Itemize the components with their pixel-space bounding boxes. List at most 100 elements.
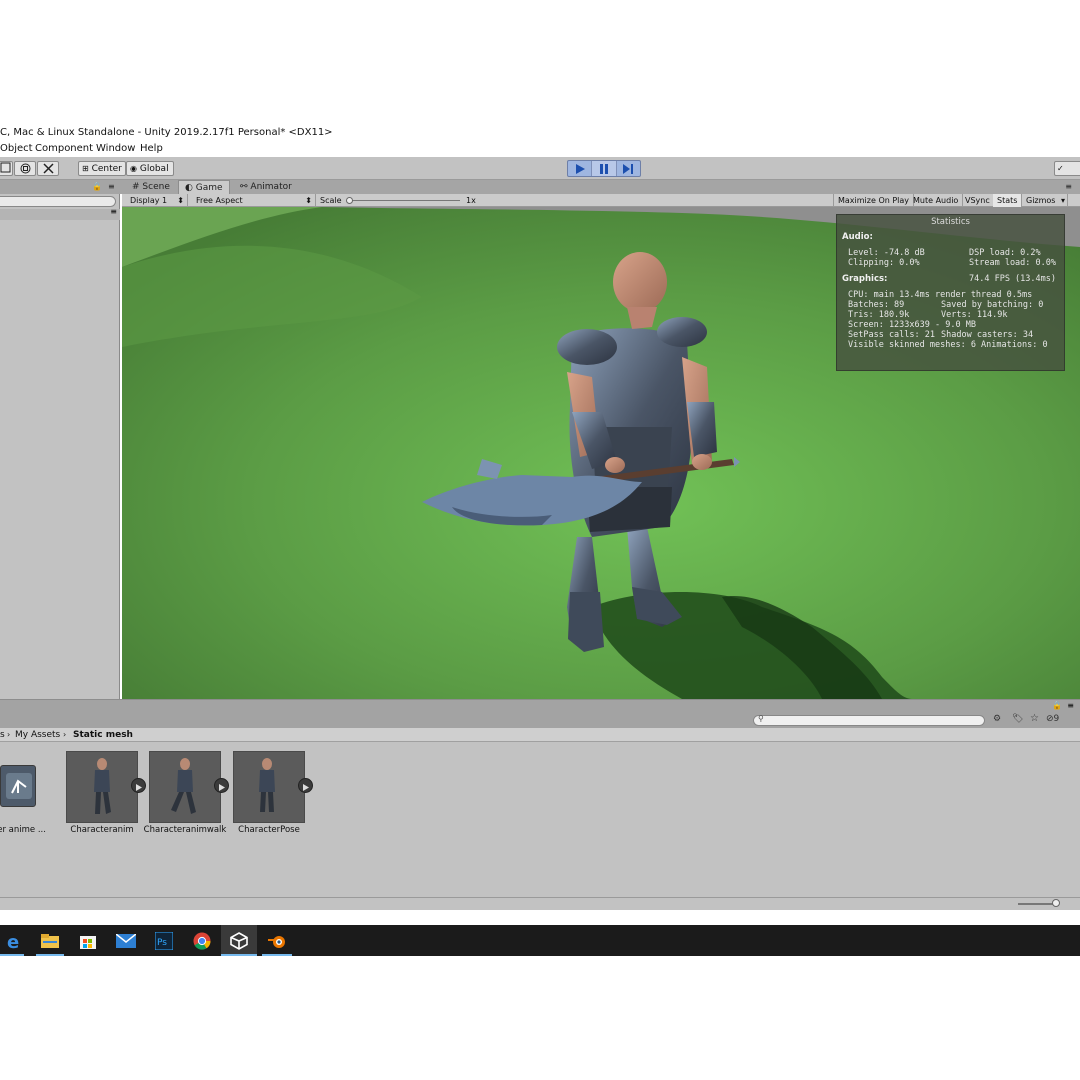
tab-scene-label: Scene bbox=[142, 182, 170, 192]
window-title: C, Mac & Linux Standalone - Unity 2019.2… bbox=[0, 124, 1080, 141]
menu-gameobject[interactable]: Object bbox=[0, 141, 33, 157]
character-thumbnail bbox=[94, 758, 111, 814]
panel-menu-icon[interactable]: ≡ bbox=[1067, 701, 1074, 710]
audio-header: Audio: bbox=[842, 232, 873, 242]
panel-menu-icon[interactable]: ≡ bbox=[108, 180, 115, 194]
menu-component[interactable]: Component bbox=[35, 141, 93, 157]
mute-audio-toggle[interactable]: Mute Audio bbox=[909, 194, 964, 207]
project-footer bbox=[0, 897, 1080, 910]
pause-button[interactable] bbox=[592, 161, 617, 176]
scale-thumb[interactable] bbox=[346, 197, 353, 204]
pivot-toggle[interactable]: ⊞ Center bbox=[78, 161, 126, 176]
rect-tool-button[interactable] bbox=[0, 161, 13, 176]
globe-icon: ◉ bbox=[130, 164, 137, 173]
gamepad-icon: ◐ bbox=[185, 183, 193, 193]
transform-tool-icon bbox=[20, 163, 30, 174]
hierarchy-menu-icon[interactable]: ≡ bbox=[110, 207, 117, 216]
thumbnail-size-slider[interactable] bbox=[1052, 899, 1060, 907]
running-indicator bbox=[36, 954, 64, 956]
audio-level: Level: -74.8 dB bbox=[848, 248, 925, 258]
chrome-icon[interactable] bbox=[190, 929, 214, 953]
project-search-input[interactable]: ⚲ bbox=[753, 714, 985, 726]
svg-text:Ps: Ps bbox=[157, 938, 167, 948]
hierarchy-search-input[interactable] bbox=[0, 196, 116, 207]
unity-icon[interactable] bbox=[227, 929, 251, 953]
tab-scene[interactable]: # Scene bbox=[126, 180, 176, 194]
gizmos-label: Gizmos bbox=[1026, 196, 1056, 205]
windows-taskbar: e Ps bbox=[0, 925, 1080, 956]
tab-animator-label: Animator bbox=[250, 182, 292, 192]
expand-arrow-icon bbox=[136, 784, 142, 791]
breadcrumb-static-mesh: Static mesh bbox=[73, 730, 133, 740]
dsp-load: DSP load: 0.2% bbox=[969, 248, 1041, 258]
hierarchy-header: ≡ bbox=[0, 207, 120, 220]
pivot-icon: ⊞ bbox=[82, 164, 89, 173]
dropdown-arrow-icon: ▾ bbox=[1060, 196, 1065, 205]
vsync-toggle[interactable]: VSync bbox=[961, 194, 995, 207]
asset-characteranimwalk[interactable] bbox=[149, 751, 221, 823]
blender-icon[interactable] bbox=[265, 929, 289, 953]
lock-icon[interactable]: 🔒 bbox=[1052, 701, 1062, 710]
expand-asset-button[interactable] bbox=[298, 778, 313, 793]
edge-icon[interactable]: e bbox=[2, 929, 26, 953]
asset-animator-controller[interactable] bbox=[0, 765, 36, 807]
display-label: Display 1 bbox=[130, 196, 168, 205]
custom-tool-button[interactable] bbox=[37, 161, 59, 176]
store-icon[interactable] bbox=[76, 929, 100, 953]
running-indicator bbox=[221, 954, 257, 956]
menu-help[interactable]: Help bbox=[140, 141, 163, 157]
breadcrumb-assets[interactable]: s bbox=[0, 728, 5, 742]
step-button[interactable] bbox=[617, 161, 640, 176]
asset-label: CharacterPose bbox=[238, 825, 300, 835]
menu-window[interactable]: Window bbox=[96, 141, 135, 157]
verts: Verts: 114.9k bbox=[941, 310, 1008, 320]
running-indicator bbox=[0, 954, 24, 956]
scale-value: 1x bbox=[466, 196, 476, 205]
photoshop-icon[interactable]: Ps bbox=[152, 929, 176, 953]
check-icon: ✓ bbox=[1057, 164, 1064, 173]
expand-arrow-icon bbox=[303, 784, 309, 791]
screen-stats: Screen: 1233x639 - 9.0 MB bbox=[848, 320, 976, 330]
scale-label: Scale bbox=[320, 196, 342, 205]
rect-tool-icon bbox=[0, 162, 11, 173]
favorite-star-icon[interactable]: ☆ bbox=[1030, 713, 1039, 724]
stats-toggle[interactable]: Stats bbox=[993, 194, 1023, 207]
pause-icon bbox=[599, 163, 608, 174]
play-button[interactable] bbox=[568, 161, 593, 176]
asset-characterpose[interactable] bbox=[233, 751, 305, 823]
scale-slider[interactable]: Scale 1x bbox=[316, 194, 476, 207]
svg-text:e: e bbox=[7, 932, 19, 950]
filter-by-type-icon[interactable]: ⚙ bbox=[993, 714, 1001, 724]
asset-characteranim[interactable] bbox=[66, 751, 138, 823]
character-thumbnail bbox=[171, 758, 196, 814]
collab-button[interactable]: ✓ bbox=[1054, 161, 1080, 176]
vsync-label: VSync bbox=[965, 196, 990, 205]
gizmos-dropdown[interactable]: Gizmos ▾ bbox=[1022, 194, 1068, 207]
tab-animator[interactable]: ⚯ Animator bbox=[234, 180, 298, 194]
cpu-stats: CPU: main 13.4ms render thread 0.5ms bbox=[848, 290, 1033, 300]
filter-by-label-icon[interactable]: 🏷 bbox=[1012, 714, 1023, 724]
space-toggle[interactable]: ◉ Global bbox=[126, 161, 174, 176]
tab-game-label: Game bbox=[195, 183, 223, 193]
game-view-toolbar: Display 1 ⬍ Free Aspect ⬍ Scale 1x Maxim… bbox=[122, 194, 1080, 207]
file-explorer-icon[interactable] bbox=[38, 929, 62, 953]
transform-tool-button[interactable] bbox=[14, 161, 36, 176]
lock-icon[interactable]: 🔒 bbox=[92, 180, 102, 194]
aspect-select[interactable]: Free Aspect ⬍ bbox=[192, 194, 316, 207]
mute-label: Mute Audio bbox=[913, 196, 959, 205]
character-thumbnail bbox=[259, 758, 275, 812]
mail-icon[interactable] bbox=[114, 929, 138, 953]
main-toolbar: ⊞ Center ◉ Global ✓ bbox=[0, 157, 1080, 180]
breadcrumb-my-assets[interactable]: My Assets bbox=[15, 728, 60, 742]
tab-game[interactable]: ◐ Game bbox=[178, 180, 230, 194]
batches: Batches: 89 bbox=[848, 300, 905, 310]
step-icon bbox=[622, 163, 633, 174]
animator-controller-icon bbox=[6, 773, 32, 799]
game-panel-menu-icon[interactable]: ≡ bbox=[1065, 180, 1072, 194]
expand-asset-button[interactable] bbox=[214, 778, 229, 793]
display-select[interactable]: Display 1 ⬍ bbox=[126, 194, 188, 207]
maximize-on-play-toggle[interactable]: Maximize On Play bbox=[833, 194, 915, 207]
animator-icon: ⚯ bbox=[240, 182, 248, 192]
expand-asset-button[interactable] bbox=[131, 778, 146, 793]
hidden-packages-toggle[interactable]: ⊘9 bbox=[1046, 714, 1059, 724]
